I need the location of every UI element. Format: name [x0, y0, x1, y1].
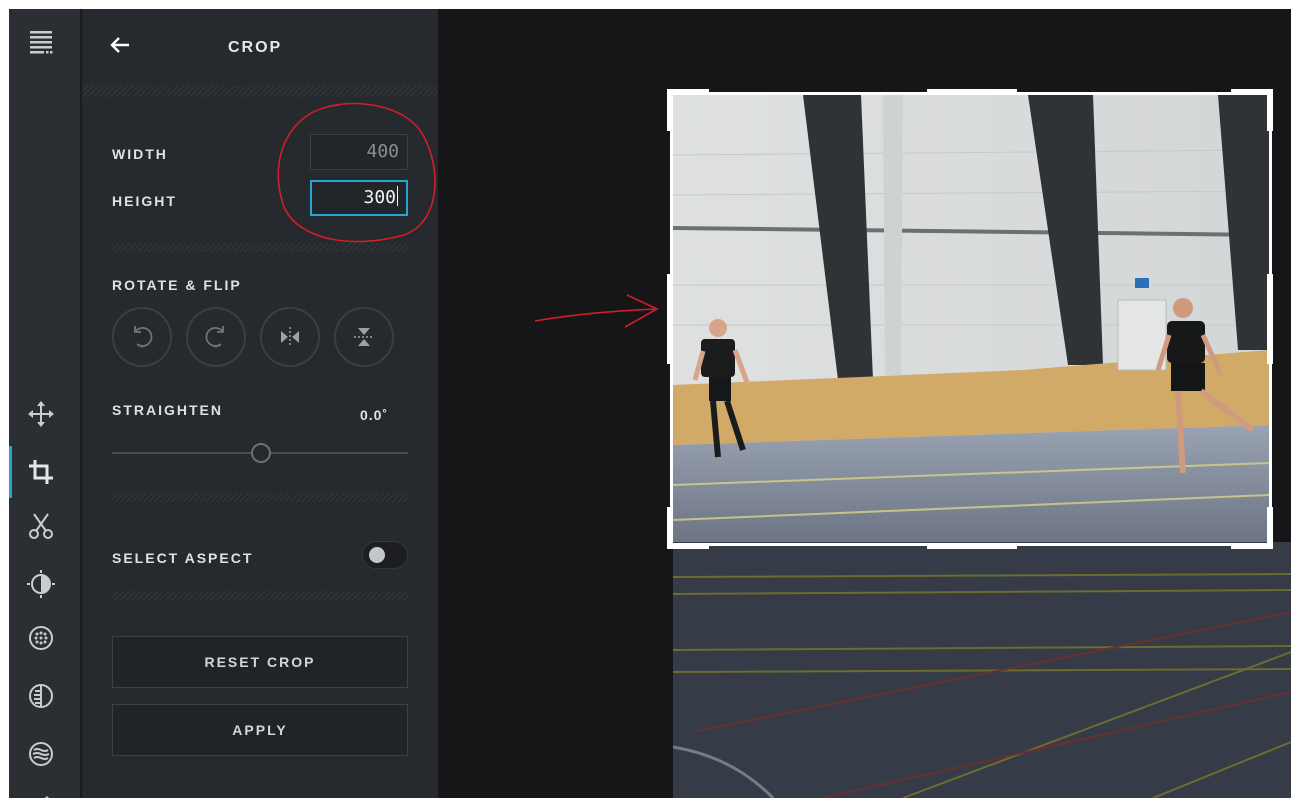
apply-button[interactable]: APPLY — [112, 704, 408, 756]
scissors-icon[interactable] — [21, 506, 61, 546]
height-input[interactable]: 300 — [310, 180, 408, 216]
crop-handle-top-left[interactable] — [667, 89, 709, 95]
crop-handle-top-left[interactable] — [667, 89, 673, 131]
panel-header: CROP — [82, 9, 438, 85]
flip-vertical-button[interactable] — [334, 307, 394, 367]
vignette-icon[interactable] — [21, 676, 61, 716]
menu-icon[interactable] — [21, 23, 61, 63]
crop-panel: CROP WIDTH 400 HEIGHT 300 ROTATE & FLIP — [82, 9, 438, 798]
crop-handle-right[interactable] — [1267, 274, 1273, 364]
straighten-label: STRAIGHTEN — [112, 402, 223, 418]
texture-icon[interactable] — [21, 618, 61, 658]
panel-title: CROP — [228, 39, 283, 56]
header-divider — [82, 85, 438, 97]
move-icon[interactable] — [21, 394, 61, 434]
height-label: HEIGHT — [112, 193, 177, 209]
annotation-arrowhead — [624, 294, 659, 328]
reset-crop-button[interactable]: RESET CROP — [112, 636, 408, 688]
rotate-flip-label: ROTATE & FLIP — [112, 277, 242, 293]
width-label: WIDTH — [112, 146, 168, 162]
crop-handle-bottom-left[interactable] — [667, 507, 673, 549]
crop-frame[interactable] — [670, 92, 1272, 546]
rotate-right-button[interactable] — [186, 307, 246, 367]
rotate-right-icon — [205, 326, 224, 348]
section-divider — [112, 591, 408, 600]
crop-handle-top-right[interactable] — [1267, 89, 1273, 131]
select-aspect-label: SELECT ASPECT — [112, 550, 254, 566]
rotate-left-icon — [134, 326, 153, 348]
crop-handle-bottom[interactable] — [927, 543, 1017, 549]
crop-handle-left[interactable] — [667, 274, 673, 364]
active-tool-indicator — [9, 446, 12, 498]
crop-icon[interactable] — [21, 452, 61, 492]
brightness-icon[interactable] — [21, 564, 61, 604]
photo-outside-crop — [673, 542, 1291, 798]
crop-handle-bottom-left[interactable] — [667, 543, 709, 549]
pencil-icon[interactable] — [21, 783, 61, 798]
rotate-left-button[interactable] — [112, 307, 172, 367]
straighten-slider-thumb[interactable] — [251, 443, 271, 463]
back-arrow-icon[interactable] — [108, 33, 132, 57]
section-divider — [112, 243, 408, 252]
section-divider — [112, 493, 408, 502]
waves-icon[interactable] — [21, 734, 61, 774]
aspect-toggle-knob — [369, 547, 385, 563]
flip-horizontal-button[interactable] — [260, 307, 320, 367]
crop-handle-top[interactable] — [927, 89, 1017, 95]
text-caret — [397, 186, 398, 206]
flip-horizontal-icon — [281, 327, 299, 347]
width-input[interactable]: 400 — [310, 134, 408, 170]
tool-rail — [9, 9, 81, 798]
aspect-toggle[interactable] — [362, 541, 408, 569]
crop-handle-bottom-right[interactable] — [1267, 507, 1273, 549]
straighten-value: 0.0˚ — [360, 407, 389, 423]
flip-vertical-icon — [354, 328, 374, 346]
photo-editor-app: CROP WIDTH 400 HEIGHT 300 ROTATE & FLIP — [9, 9, 1291, 798]
annotation-arrow — [534, 308, 658, 322]
